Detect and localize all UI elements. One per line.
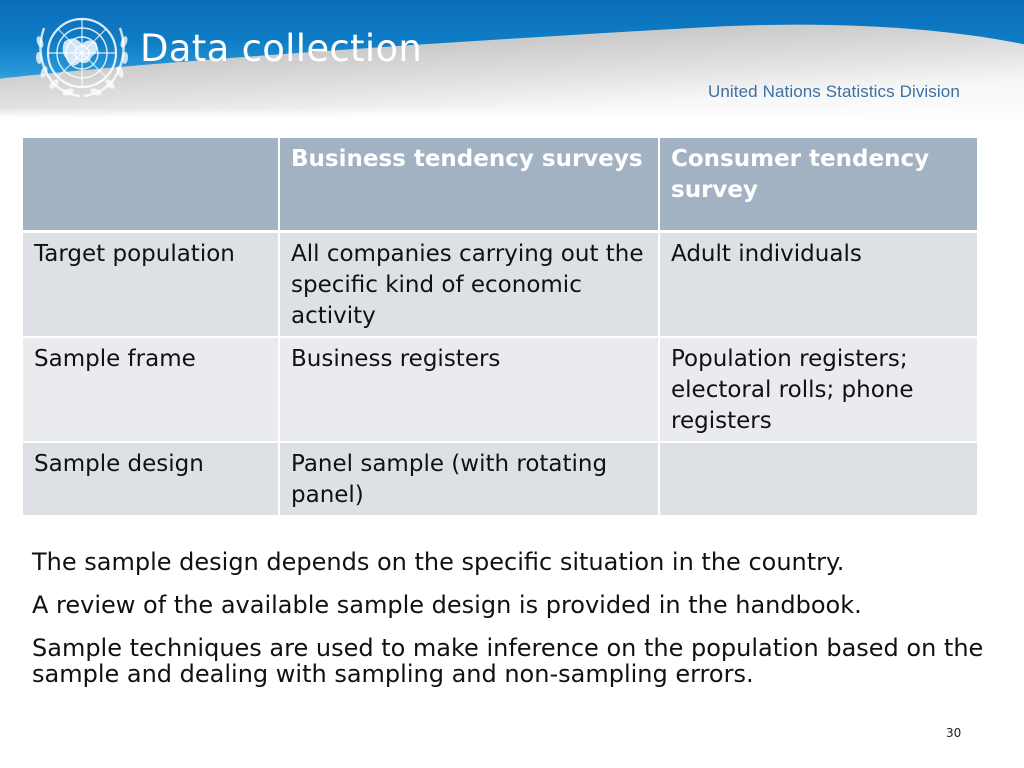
business-cell: All companies carrying out the specific … [278,230,658,336]
business-cell: Panel sample (with rotating panel) [278,441,658,515]
un-emblem-icon [35,17,129,98]
comparison-table: Business tendency surveys Consumer tende… [23,138,977,515]
column-header-business: Business tendency surveys [278,138,658,230]
consumer-cell: Population registers; electoral rolls; p… [658,336,977,441]
business-cell: Business registers [278,336,658,441]
row-label: Target population [23,230,278,336]
header-fade [0,108,1024,118]
table-row: Sample design Panel sample (with rotatin… [23,441,977,515]
body-paragraph: The sample design depends on the specifi… [32,548,845,576]
column-header-empty [23,138,278,230]
table-row: Sample frame Business registers Populati… [23,336,977,441]
consumer-cell: Adult individuals [658,230,977,336]
organization-name: United Nations Statistics Division [708,82,960,101]
table-row: Target population All companies carrying… [23,230,977,336]
page-number: 30 [946,726,962,740]
table-header-row: Business tendency surveys Consumer tende… [23,138,977,230]
row-label: Sample frame [23,336,278,441]
slide-title: Data collection [140,27,423,70]
column-header-consumer: Consumer tendency survey [658,138,977,230]
consumer-cell [658,441,977,515]
body-paragraph: Sample techniques are used to make infer… [32,634,984,688]
row-label: Sample design [23,441,278,515]
body-paragraph: A review of the available sample design … [32,591,862,619]
